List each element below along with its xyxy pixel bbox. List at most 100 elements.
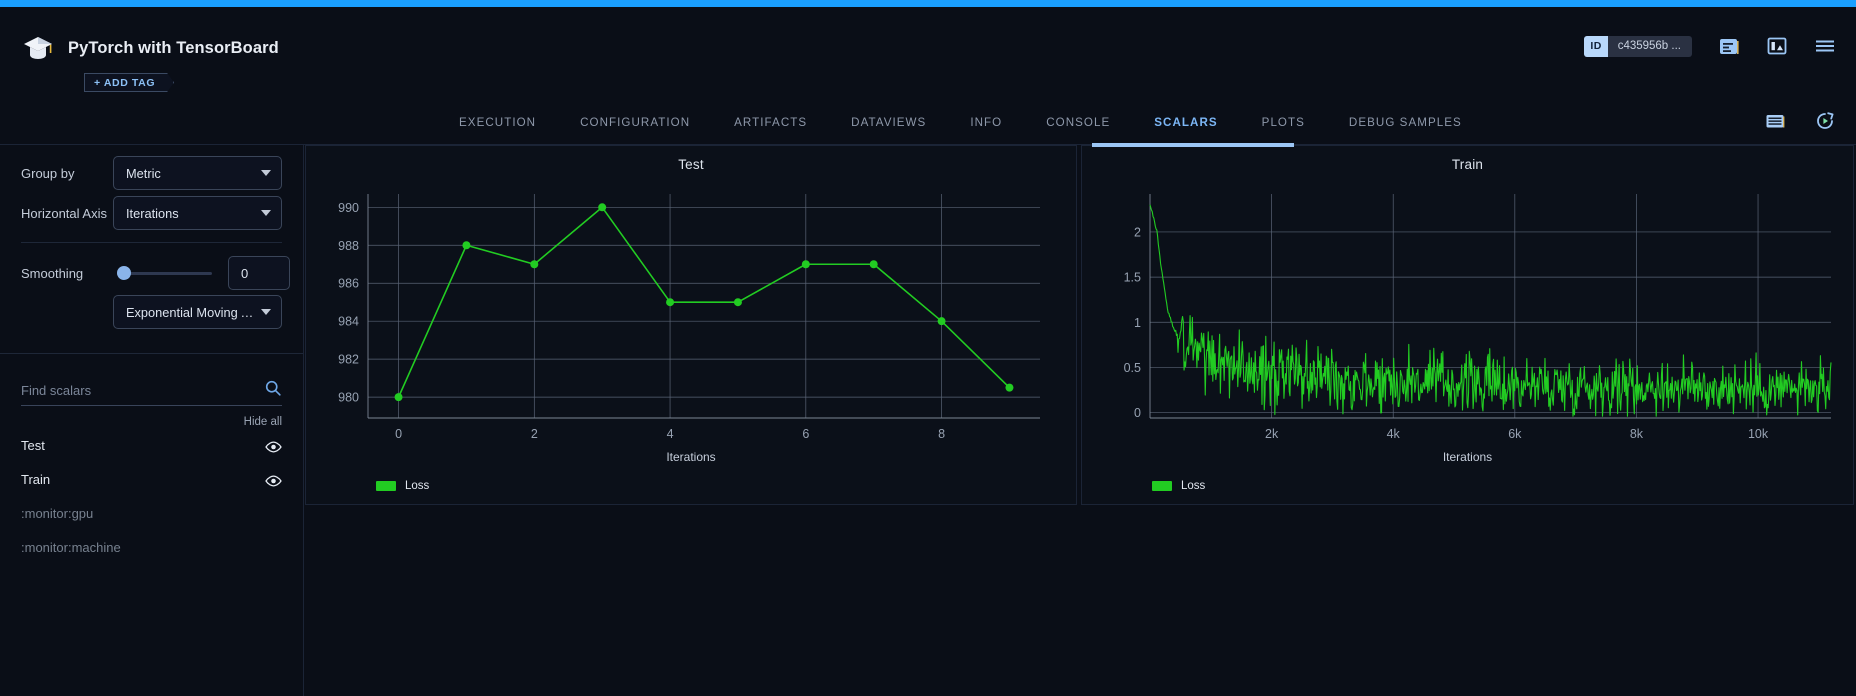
chevron-down-icon bbox=[261, 210, 271, 216]
scalar-item-label: :monitor:gpu bbox=[21, 506, 93, 521]
svg-text:6: 6 bbox=[802, 427, 809, 441]
svg-text:6k: 6k bbox=[1508, 427, 1522, 441]
chart-xlabel-test: Iterations bbox=[306, 450, 1076, 464]
smoothing-slider[interactable] bbox=[117, 266, 212, 280]
svg-text:982: 982 bbox=[338, 353, 359, 367]
tab-plots[interactable]: PLOTS bbox=[1240, 100, 1327, 144]
legend-label: Loss bbox=[1181, 480, 1205, 492]
tab-debug-samples[interactable]: DEBUG SAMPLES bbox=[1327, 100, 1484, 144]
search-input[interactable] bbox=[21, 383, 264, 398]
sidebar-divider bbox=[21, 242, 282, 243]
chart-xlabel-train: Iterations bbox=[1082, 450, 1853, 464]
tab-console[interactable]: CONSOLE bbox=[1024, 100, 1132, 144]
svg-text:4k: 4k bbox=[1387, 427, 1401, 441]
smoothing-slider-track bbox=[117, 272, 212, 275]
group-by-value: Metric bbox=[126, 166, 257, 181]
chart-title-train: Train bbox=[1082, 146, 1853, 172]
header-actions: ID c435956b ... bbox=[1584, 35, 1836, 57]
sidebar: Group by Metric Horizontal Axis Iteratio… bbox=[0, 145, 304, 696]
svg-text:2k: 2k bbox=[1265, 427, 1279, 441]
chart-legend-train[interactable]: Loss bbox=[1152, 480, 1205, 492]
table-view-icon[interactable] bbox=[1764, 110, 1786, 132]
hamburger-menu-icon[interactable] bbox=[1814, 35, 1836, 57]
chart-title-test: Test bbox=[306, 146, 1076, 172]
task-id-badge-key: ID bbox=[1584, 36, 1607, 57]
eye-icon[interactable] bbox=[265, 474, 280, 485]
graduation-cap-icon bbox=[22, 34, 54, 62]
page-title: PyTorch with TensorBoard bbox=[68, 39, 279, 58]
scalar-item-monitor-gpu[interactable]: :monitor:gpu bbox=[0, 496, 303, 530]
chart-plot-test[interactable]: 980 982 984 986 988 990 0 2 4 6 8 bbox=[306, 176, 1076, 466]
page-header: PyTorch with TensorBoard + ADD TAG ID c4… bbox=[0, 7, 1856, 100]
legend-label: Loss bbox=[405, 480, 429, 492]
svg-text:10k: 10k bbox=[1748, 427, 1769, 441]
tab-info[interactable]: INFO bbox=[948, 100, 1024, 144]
tab-bar-actions bbox=[1764, 110, 1836, 132]
smoothing-label: Smoothing bbox=[0, 266, 113, 281]
svg-text:1: 1 bbox=[1134, 316, 1141, 330]
chart-panel-train: Train 00.511.522k4k6k8k10k Iterations Lo… bbox=[1081, 145, 1854, 505]
svg-text:8: 8 bbox=[938, 427, 945, 441]
svg-text:984: 984 bbox=[338, 315, 359, 329]
horizontal-axis-label: Horizontal Axis bbox=[0, 206, 113, 221]
svg-text:0: 0 bbox=[1134, 406, 1141, 420]
tabs: EXECUTION CONFIGURATION ARTIFACTS DATAVI… bbox=[437, 100, 1484, 144]
scalar-item-label: :monitor:machine bbox=[21, 540, 121, 555]
task-id-badge-value: c435956b ... bbox=[1608, 40, 1692, 52]
legend-swatch bbox=[1152, 481, 1172, 491]
svg-text:4: 4 bbox=[667, 427, 674, 441]
sidebar-controls: Group by Metric Horizontal Axis Iteratio… bbox=[0, 145, 303, 329]
smoothing-algorithm-select[interactable]: Exponential Moving Av... bbox=[113, 295, 282, 329]
group-by-row: Group by Metric bbox=[0, 156, 303, 190]
auto-refresh-icon[interactable] bbox=[1814, 110, 1836, 132]
svg-text:990: 990 bbox=[338, 201, 359, 215]
compare-view-icon[interactable] bbox=[1766, 35, 1788, 57]
sidebar-divider-2 bbox=[0, 353, 303, 354]
smoothing-algorithm-row: Exponential Moving Av... bbox=[0, 295, 303, 329]
svg-text:2: 2 bbox=[1134, 225, 1141, 239]
task-id-badge[interactable]: ID c435956b ... bbox=[1584, 36, 1692, 57]
group-by-label: Group by bbox=[0, 166, 113, 181]
svg-text:988: 988 bbox=[338, 239, 359, 253]
scalar-item-test[interactable]: Test bbox=[0, 428, 303, 462]
tab-bar: EXECUTION CONFIGURATION ARTIFACTS DATAVI… bbox=[0, 100, 1856, 145]
search-icon[interactable] bbox=[264, 379, 282, 402]
scalar-item-label: Train bbox=[21, 472, 50, 487]
chevron-down-icon bbox=[261, 170, 271, 176]
scalar-item-train[interactable]: Train bbox=[0, 462, 303, 496]
svg-text:0: 0 bbox=[395, 427, 402, 441]
smoothing-slider-knob[interactable] bbox=[117, 266, 131, 280]
eye-icon[interactable] bbox=[265, 440, 280, 451]
smoothing-algorithm-value: Exponential Moving Av... bbox=[126, 305, 257, 320]
hide-all-button[interactable]: Hide all bbox=[0, 406, 303, 428]
tab-scalars[interactable]: SCALARS bbox=[1132, 100, 1239, 144]
horizontal-axis-value: Iterations bbox=[126, 206, 257, 221]
legend-swatch bbox=[376, 481, 396, 491]
tab-execution[interactable]: EXECUTION bbox=[437, 100, 558, 144]
svg-text:986: 986 bbox=[338, 277, 359, 291]
horizontal-axis-row: Horizontal Axis Iterations bbox=[0, 196, 303, 230]
group-by-select[interactable]: Metric bbox=[113, 156, 282, 190]
smoothing-row: Smoothing 0 bbox=[0, 253, 303, 293]
tab-configuration[interactable]: CONFIGURATION bbox=[558, 100, 712, 144]
tab-artifacts[interactable]: ARTIFACTS bbox=[712, 100, 829, 144]
brand: PyTorch with TensorBoard bbox=[22, 34, 279, 62]
scalar-item-monitor-machine[interactable]: :monitor:machine bbox=[0, 530, 303, 564]
horizontal-axis-select[interactable]: Iterations bbox=[113, 196, 282, 230]
svg-text:8k: 8k bbox=[1630, 427, 1644, 441]
find-scalars-row bbox=[21, 376, 282, 406]
scalars-page: COMPLETED PyTorch with TensorBoard + ADD… bbox=[0, 0, 1856, 696]
log-view-icon[interactable] bbox=[1718, 35, 1740, 57]
charts-area: Test 98098298498698899002468 Iterations … bbox=[304, 145, 1856, 696]
chart-panel-test: Test 98098298498698899002468 Iterations … bbox=[305, 145, 1077, 505]
chevron-down-icon bbox=[261, 309, 271, 315]
tab-dataviews[interactable]: DATAVIEWS bbox=[829, 100, 948, 144]
add-tag-button[interactable]: + ADD TAG bbox=[84, 73, 174, 92]
svg-text:980: 980 bbox=[338, 391, 359, 405]
chart-plot-train[interactable]: 00.511.522k4k6k8k10k bbox=[1082, 176, 1853, 466]
chart-legend-test[interactable]: Loss bbox=[376, 480, 429, 492]
svg-text:2: 2 bbox=[531, 427, 538, 441]
scalar-item-label: Test bbox=[21, 438, 45, 453]
svg-text:0.5: 0.5 bbox=[1124, 361, 1141, 375]
smoothing-input[interactable]: 0 bbox=[228, 256, 290, 290]
